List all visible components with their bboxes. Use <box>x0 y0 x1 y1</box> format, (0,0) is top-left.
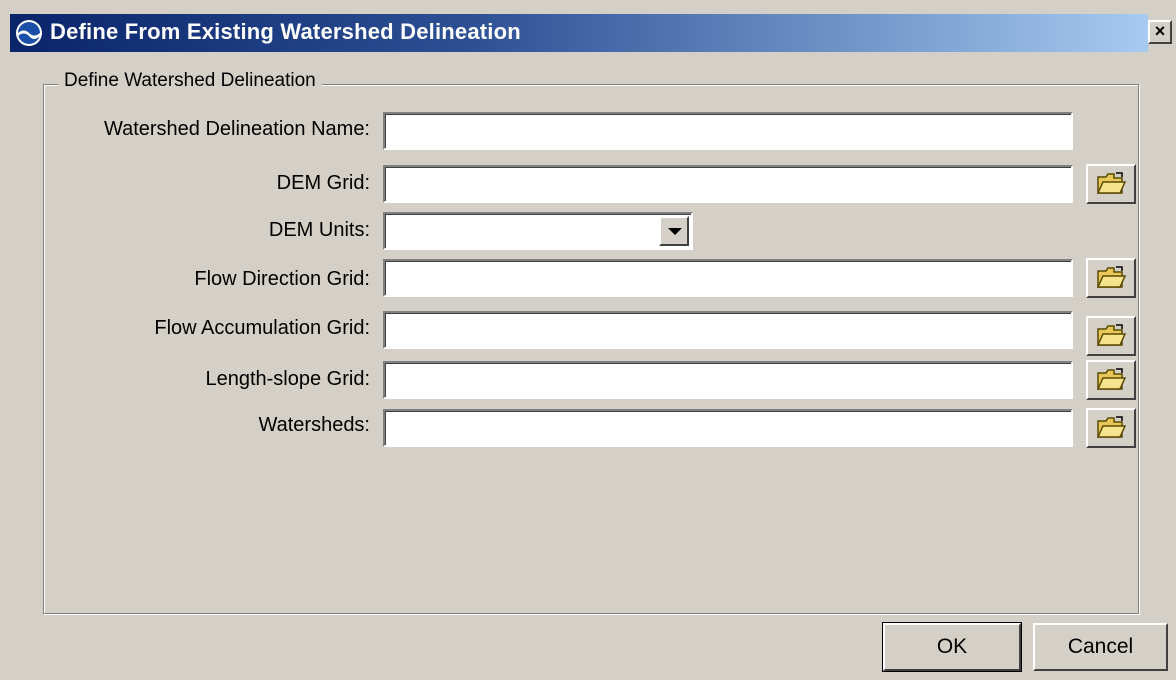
define-watershed-delineation-group <box>43 84 1139 614</box>
watersheds-label: Watersheds: <box>258 414 370 436</box>
length-slope-input[interactable] <box>383 361 1073 399</box>
cancel-button[interactable]: Cancel <box>1033 623 1168 671</box>
noaa-logo-icon <box>16 20 42 46</box>
open-folder-icon <box>1096 416 1126 438</box>
open-folder-icon <box>1096 266 1126 288</box>
group-legend: Define Watershed Delineation <box>58 70 322 92</box>
dem-units-label: DEM Units: <box>268 219 370 241</box>
flow-direction-input[interactable] <box>383 259 1073 297</box>
chevron-down-icon[interactable] <box>659 216 689 246</box>
close-button[interactable]: × <box>1148 20 1172 44</box>
watersheds-input[interactable] <box>383 409 1073 447</box>
flow-accumulation-browse-button[interactable] <box>1086 316 1136 356</box>
window-title: Define From Existing Watershed Delineati… <box>50 19 521 44</box>
dem-units-select[interactable] <box>383 212 693 250</box>
dem-grid-input[interactable] <box>383 165 1073 203</box>
flow-accumulation-input[interactable] <box>383 311 1073 349</box>
length-slope-label: Length-slope Grid: <box>205 368 370 390</box>
dem-grid-browse-button[interactable] <box>1086 164 1136 204</box>
open-folder-icon <box>1096 368 1126 390</box>
open-folder-icon <box>1096 172 1126 194</box>
flow-direction-browse-button[interactable] <box>1086 258 1136 298</box>
title-bar: Define From Existing Watershed Delineati… <box>0 0 1176 66</box>
watershed-name-input[interactable] <box>383 112 1073 150</box>
open-folder-icon <box>1096 324 1126 346</box>
flow-accumulation-label: Flow Accumulation Grid: <box>154 317 370 339</box>
dem-grid-label: DEM Grid: <box>276 172 370 194</box>
ok-button[interactable]: OK <box>882 622 1022 672</box>
watershed-name-label: Watershed Delineation Name: <box>103 118 370 140</box>
length-slope-browse-button[interactable] <box>1086 360 1136 400</box>
watersheds-browse-button[interactable] <box>1086 408 1136 448</box>
flow-direction-label: Flow Direction Grid: <box>194 268 370 290</box>
